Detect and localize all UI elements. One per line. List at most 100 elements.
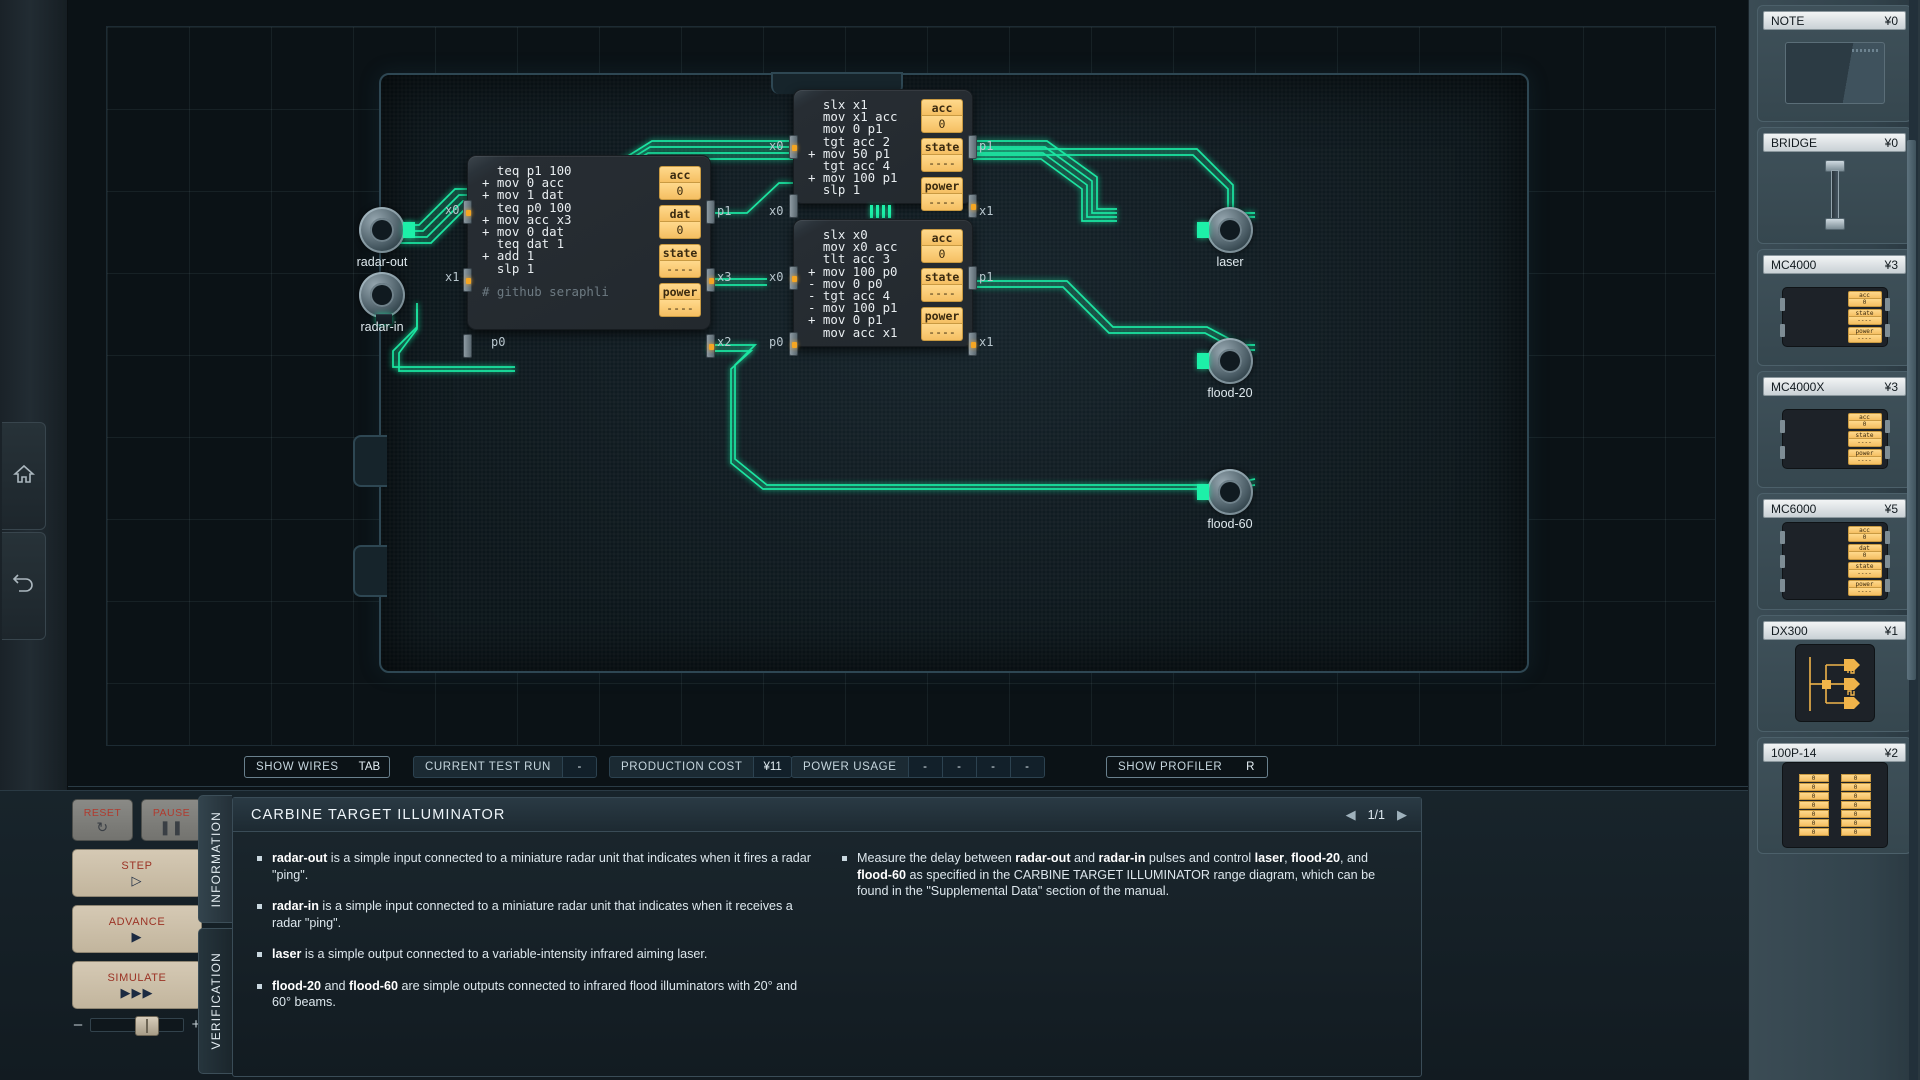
chevron-left-icon[interactable]: ◀: [1346, 807, 1356, 823]
chip-port-p0[interactable]: [789, 332, 798, 356]
part-thumbnail-area[interactable]: [1763, 30, 1906, 116]
tab-verification[interactable]: VERIFICATION: [198, 928, 232, 1074]
step-button[interactable]: STEP ▷: [72, 849, 202, 897]
part-thumbnail-area[interactable]: 00000000000000: [1763, 762, 1906, 848]
port-label-x3: x3: [717, 270, 731, 284]
chip-port-p0[interactable]: [463, 334, 472, 358]
chip-comment[interactable]: # github seraphli: [482, 286, 609, 298]
port-label-p0: x0: [769, 204, 783, 218]
tab-information-label: INFORMATION: [209, 811, 223, 907]
part-p100p14[interactable]: 100P-14¥200000000000000: [1757, 737, 1912, 854]
part-bridge[interactable]: BRIDGE¥0: [1757, 127, 1912, 244]
speed-slider[interactable]: – +: [72, 1016, 202, 1033]
chip-port-x1[interactable]: [463, 268, 472, 292]
part-thumbnail-area[interactable]: acc0state----power----: [1763, 274, 1906, 360]
part-mc4000[interactable]: MC4000¥3acc0state----power----: [1757, 249, 1912, 366]
mini-register: dat0: [1848, 544, 1882, 560]
part-cost: ¥0: [1885, 14, 1898, 28]
speed-track[interactable]: [90, 1018, 184, 1032]
status-bar: SHOW WIRES TAB CURRENT TEST RUN - PRODUC…: [68, 752, 1748, 788]
part-thumbnail-area[interactable]: [1763, 640, 1906, 726]
part-thumbnail-area[interactable]: [1763, 152, 1906, 238]
undo-button[interactable]: [2, 532, 46, 640]
part-thumbnail-area[interactable]: acc0dat0state----power----: [1763, 518, 1906, 604]
step-icon: ▷: [132, 874, 143, 887]
chip-mc6000-main[interactable]: teq p1 100 + mov 0 acc + mov 1 dat teq p…: [467, 155, 711, 330]
speed-minus-icon[interactable]: –: [72, 1016, 84, 1033]
chevron-right-icon[interactable]: ▶: [1397, 807, 1407, 823]
chip-mc4000x-bottom[interactable]: slx x0 mov x0 acc tlt acc 3 + mov 100 p0…: [793, 219, 973, 347]
mini-registers: acc0dat0state----power----: [1848, 526, 1882, 596]
information-panel: CARBINE TARGET ILLUMINATOR ◀ 1/1 ▶ radar…: [232, 797, 1422, 1077]
info-bullet: laser is a simple output connected to a …: [255, 946, 814, 963]
part-mc6000[interactable]: MC6000¥5acc0dat0state----power----: [1757, 493, 1912, 610]
pause-button[interactable]: PAUSE ❚❚: [141, 799, 202, 841]
board-area[interactable]: radar-out radar-in laser flood-20 flood-: [68, 0, 1748, 790]
chip-port-x0[interactable]: [789, 135, 798, 159]
register-acc: acc 0: [921, 99, 963, 133]
mini-register: acc0: [1848, 413, 1882, 429]
port-label-x2: x2: [717, 335, 731, 349]
io-node-flood-60[interactable]: flood-60: [1207, 469, 1253, 515]
port-label-p1: p1: [717, 204, 731, 218]
part-thumbnail-area[interactable]: acc0state----power----: [1763, 396, 1906, 482]
io-node-laser[interactable]: laser: [1207, 207, 1253, 253]
io-node-flood-20[interactable]: flood-20: [1207, 338, 1253, 384]
page-navigation: ◀ 1/1 ▶: [1346, 798, 1407, 832]
sidebar-scrollbar-track[interactable]: [1909, 0, 1918, 1080]
chip-port-x1[interactable]: [968, 332, 977, 356]
io-node-radar-in[interactable]: radar-in: [359, 272, 405, 318]
io-ring-icon: [1207, 207, 1253, 253]
port-label-x1: x1: [979, 335, 993, 349]
page-indicator: 1/1: [1368, 808, 1385, 822]
part-name: NOTE: [1771, 14, 1804, 28]
chip-mc4000x-top[interactable]: slx x1 mov x1 acc mov 0 p1 tgt acc 2 + m…: [793, 89, 973, 204]
register-state: state ----: [921, 138, 963, 172]
part-header: NOTE ¥0: [1763, 11, 1906, 30]
chip-port-p1[interactable]: [968, 266, 977, 290]
show-profiler-button[interactable]: SHOW PROFILER R: [1106, 756, 1268, 778]
info-bullet-list-right: Measure the delay between radar-out and …: [840, 850, 1399, 900]
board-grid[interactable]: radar-out radar-in laser flood-20 flood-: [106, 26, 1716, 746]
home-button[interactable]: [2, 422, 46, 530]
part-name: DX300: [1771, 624, 1808, 638]
advance-button[interactable]: ADVANCE ▶: [72, 905, 202, 953]
home-icon: [13, 464, 35, 489]
chip-code[interactable]: slx x1 mov x1 acc mov 0 p1 tgt acc 2 + m…: [808, 99, 898, 197]
simulate-button[interactable]: SIMULATE ▶▶▶: [72, 961, 202, 1009]
chip-port-x0[interactable]: [789, 266, 798, 290]
undo-icon: [12, 574, 36, 599]
shenzhen-io-window: 05: [0, 0, 1920, 1080]
mini-register: power----: [1848, 449, 1882, 465]
chip-port-x1[interactable]: [968, 194, 977, 218]
step-label: STEP: [121, 860, 152, 872]
chip-port-x0[interactable]: [463, 200, 472, 224]
chip-port-p1[interactable]: [968, 135, 977, 159]
part-dx300[interactable]: DX300¥1: [1757, 615, 1912, 732]
current-test-run[interactable]: CURRENT TEST RUN -: [413, 756, 597, 778]
part-note[interactable]: NOTE ¥0: [1757, 5, 1912, 122]
chip-code[interactable]: slx x0 mov x0 acc tlt acc 3 + mov 100 p0…: [808, 229, 898, 339]
bottom-panel: RESET ↻ PAUSE ❚❚ STEP ▷ ADVANCE ▶ SIMULA…: [0, 790, 1748, 1080]
reset-button[interactable]: RESET ↻: [72, 799, 133, 841]
tab-information[interactable]: INFORMATION: [198, 795, 232, 923]
mini-registers: acc0state----power----: [1848, 413, 1882, 465]
port-label-p1: p1: [979, 139, 993, 153]
part-header: BRIDGE¥0: [1763, 133, 1906, 152]
chip-port-x3[interactable]: [706, 268, 715, 292]
port-label-x1: x1: [445, 270, 459, 284]
speed-knob[interactable]: [135, 1016, 159, 1036]
show-profiler-label: SHOW PROFILER: [1107, 757, 1233, 777]
part-mc4000x[interactable]: MC4000X¥3acc0state----power----: [1757, 371, 1912, 488]
sidebar-scrollbar-thumb[interactable]: [1907, 140, 1916, 680]
current-test-run-label: CURRENT TEST RUN: [414, 757, 562, 777]
show-wires-button[interactable]: SHOW WIRES TAB: [244, 756, 390, 778]
chip-port-x2[interactable]: [706, 334, 715, 358]
io-ring-icon: [359, 207, 405, 253]
port-label-p1: p1: [979, 270, 993, 284]
parts-sidebar[interactable]: NOTE ¥0 BRIDGE¥0 MC4000¥3acc0state----power…: [1748, 0, 1920, 1080]
chip-port-x0b[interactable]: [789, 194, 798, 218]
io-node-radar-out[interactable]: radar-out: [359, 207, 405, 253]
chip-code[interactable]: teq p1 100 + mov 0 acc + mov 1 dat teq p…: [482, 165, 572, 275]
chip-port-p1[interactable]: [706, 200, 715, 224]
